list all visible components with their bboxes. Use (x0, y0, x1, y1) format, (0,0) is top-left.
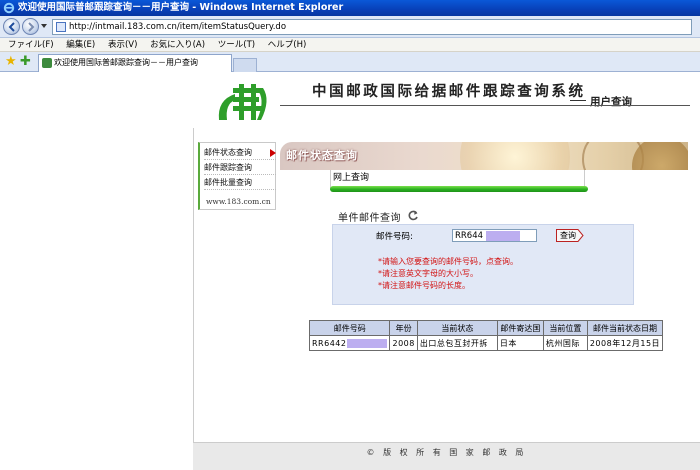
single-query-heading: 单件邮件查询 (338, 213, 401, 224)
back-button[interactable] (3, 18, 20, 35)
redaction-mark (347, 338, 388, 348)
tab-bar: ★ ✚ 欢迎使用国际普邮跟踪查询－－用户查询 (0, 52, 700, 72)
col-header: 邮件当前状态日期 (586, 320, 664, 336)
menu-file[interactable]: ファイル(F) (8, 38, 54, 52)
menu-view[interactable]: 表示(V) (108, 38, 137, 52)
sidebar-item-status-query[interactable]: 邮件状态查询 (204, 145, 276, 160)
cell-status: 出口总包互封开拆 (416, 335, 498, 351)
page-content: 中国邮政国际给据邮件跟踪查询系统 用户查询 邮件状态查询 邮件跟踪查询 邮件批量… (0, 72, 700, 470)
history-dropdown-icon[interactable] (41, 24, 47, 28)
new-tab-button[interactable] (233, 58, 257, 72)
add-favorite-icon[interactable]: ✚ (20, 55, 31, 68)
sidebar-site-url[interactable]: www.183.com.cn (206, 197, 271, 206)
sidebar-item-tracking-query[interactable]: 邮件跟踪查询 (204, 160, 276, 175)
compass-decoration (632, 142, 688, 170)
col-header: 当前位置 (542, 320, 588, 336)
cell-date: 2008年12月15日 (586, 335, 664, 351)
window-title: 欢迎使用国际普邮跟踪查询－－用户查询 - Windows Internet Ex… (18, 2, 344, 13)
col-header: 邮件号码 (308, 320, 391, 336)
back-arrow-icon (8, 22, 15, 32)
menu-bar: ファイル(F) 編集(E) 表示(V) お気に入り(A) ツール(T) ヘルプ(… (0, 38, 700, 52)
sidebar-item-label: 邮件跟踪查询 (204, 163, 252, 172)
tab-current[interactable]: 欢迎使用国际普邮跟踪查询－－用户查询 (38, 54, 232, 72)
cell-destination: 日本 (496, 335, 544, 351)
refresh-icon[interactable] (408, 210, 419, 221)
menu-edit[interactable]: 編集(E) (66, 38, 95, 52)
online-query-label: 网上查询 (333, 173, 370, 183)
sidebar-item-label: 邮件批量查询 (204, 178, 252, 187)
forward-arrow-icon (28, 22, 35, 32)
page-icon (56, 22, 66, 32)
hint-text: *请输入您要查询的邮件号码，点查询。 (378, 257, 518, 266)
menu-help[interactable]: ヘルプ(H) (268, 38, 307, 52)
footer-copyright: © 版 权 所 有 国 家 邮 政 局 (193, 442, 700, 470)
tab-label: 欢迎使用国际普邮跟踪查询－－用户查询 (54, 58, 198, 67)
arrow-right-icon (270, 149, 276, 157)
cell-location: 杭州国际 (542, 335, 588, 351)
menu-tools[interactable]: ツール(T) (218, 38, 255, 52)
table-header-row: 邮件号码 年份 当前状态 邮件寄达国 当前位置 邮件当前状态日期 (308, 320, 664, 336)
menu-favorites[interactable]: お気に入り(A) (150, 38, 205, 52)
result-table: 邮件号码 年份 当前状态 邮件寄达国 当前位置 邮件当前状态日期 RR6442 … (308, 320, 664, 351)
col-header: 邮件寄达国 (496, 320, 544, 336)
cell-mail-code-text: RR6442 (312, 338, 347, 348)
globe-decoration (460, 142, 570, 170)
table-row: RR6442 2008 出口总包互封开拆 日本 杭州国际 2008年12月15日 (308, 335, 664, 351)
redaction-mark (486, 231, 520, 241)
ie-logo-icon (3, 2, 15, 14)
sidebar-item-batch-query[interactable]: 邮件批量查询 (204, 175, 276, 190)
site-subtitle: 用户查询 (570, 96, 632, 108)
site-title: 中国邮政国际给据邮件跟踪查询系统 (312, 83, 586, 100)
section-title: 邮件状态查询 (286, 149, 358, 162)
china-post-logo-icon (218, 84, 267, 120)
col-header: 年份 (389, 320, 418, 336)
mail-code-label: 邮件号码: (376, 232, 413, 242)
sidebar: 邮件状态查询 邮件跟踪查询 邮件批量查询 www.183.com.cn (198, 142, 276, 210)
query-button-label: 查询 (560, 231, 576, 240)
forward-button[interactable] (22, 18, 39, 35)
query-button-label-wrap[interactable]: 查询 (556, 229, 584, 242)
sidebar-item-label: 邮件状态查询 (204, 148, 252, 157)
hint-text: *请注意邮件号码的长度。 (378, 281, 470, 290)
green-divider-bar (330, 186, 588, 192)
favorites-star-icon[interactable]: ★ (5, 55, 17, 68)
cell-year: 2008 (389, 335, 418, 351)
window-titlebar: 欢迎使用国际普邮跟踪查询－－用户查询 - Windows Internet Ex… (0, 0, 700, 16)
header-divider (280, 105, 690, 106)
hint-text: *请注意英文字母的大小写。 (378, 269, 478, 278)
address-bar: http://intmail.183.com.cn/item/itemStatu… (0, 16, 700, 38)
tab-favicon-icon (42, 58, 52, 68)
col-header: 当前状态 (416, 320, 498, 336)
url-field[interactable]: http://intmail.183.com.cn/item/itemStatu… (52, 19, 692, 35)
cell-mail-code: RR6442 (308, 335, 391, 351)
url-text: http://intmail.183.com.cn/item/itemStatu… (69, 22, 287, 32)
